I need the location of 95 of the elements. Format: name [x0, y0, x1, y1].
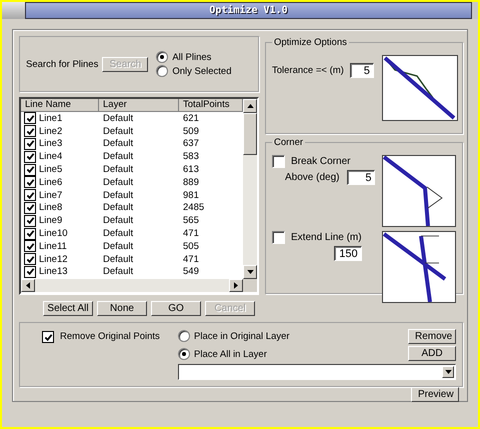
action-button[interactable]: Select All: [43, 301, 93, 316]
checkbox[interactable]: [24, 164, 36, 176]
table-cell: Line11: [39, 240, 67, 252]
remove-button[interactable]: Remove: [408, 329, 456, 344]
checkbox[interactable]: [24, 125, 36, 138]
table-cell: Line12: [39, 254, 68, 265]
scroll-left-icon[interactable]: [21, 279, 35, 292]
tolerance-field[interactable]: 5: [350, 63, 374, 78]
scroll-up-icon[interactable]: [243, 99, 257, 113]
table-cell-text: Default: [102, 138, 134, 150]
table-cell-text: 505: [182, 240, 200, 252]
table-cell: Line13: [39, 266, 68, 278]
table-cell: Line7: [39, 190, 62, 201]
tolerance-label: Tolerance =< (m): [272, 65, 344, 76]
search-label: Search for Plines: [26, 58, 98, 70]
checkbox[interactable]: [24, 202, 36, 214]
table-cell-text: 583: [182, 151, 200, 162]
window-title: Optimize V1.0: [209, 5, 288, 16]
radio-label: All Plines: [172, 52, 212, 62]
table-cell-text: 2485: [182, 202, 206, 214]
angle-field[interactable]: 5: [347, 170, 376, 185]
checkbox[interactable]: [24, 150, 36, 163]
scroll-thumb[interactable]: [243, 113, 257, 155]
table-cell-text: Default: [102, 164, 134, 176]
table-cell-text: Default: [102, 112, 134, 124]
checkbox[interactable]: [42, 331, 54, 343]
table-cell: Line4: [39, 151, 62, 162]
table-cell: Line6: [39, 176, 62, 188]
table-cell-text: Default: [102, 190, 134, 201]
column-header[interactable]: Layer: [99, 99, 179, 112]
checkbox[interactable]: [24, 138, 36, 150]
checkbox[interactable]: [24, 240, 36, 252]
vertical-scrollbar[interactable]: [243, 99, 257, 280]
table-cell: Line10: [39, 228, 68, 240]
table-cell-text: Default: [102, 266, 134, 278]
caret-icon[interactable]: [442, 366, 454, 378]
table-cell-text: Default: [102, 176, 134, 188]
table-cell-text: 471: [182, 254, 200, 265]
checkbox[interactable]: [24, 176, 36, 188]
table-cell: Line1: [39, 112, 62, 124]
table-cell-text: Default: [102, 126, 134, 137]
checkbox-label: Extend Line (m): [291, 232, 362, 243]
table-cell: Line2: [39, 126, 62, 137]
table-cell: Line8: [39, 202, 62, 214]
action-button[interactable]: GO: [151, 301, 201, 316]
preview-button[interactable]: Preview: [411, 387, 459, 402]
table-cell: Line3: [39, 138, 62, 150]
table-cell-text: Default: [102, 228, 134, 240]
radio-button[interactable]: [156, 51, 168, 63]
table-cell-text: 565: [182, 215, 200, 226]
group-title: Corner: [272, 137, 306, 148]
checkbox[interactable]: [272, 231, 285, 244]
table-cell: Line9: [39, 215, 62, 226]
table-cell-text: Default: [102, 215, 134, 226]
table-cell-text: 981: [182, 190, 200, 201]
table-cell-text: 889: [182, 176, 200, 188]
table-cell-text: Default: [102, 151, 134, 162]
scroll-right-icon[interactable]: [229, 279, 243, 292]
group-title: Optimize Options: [272, 37, 349, 48]
table-cell-text: Default: [102, 202, 134, 214]
table-cell: Line5: [39, 164, 62, 176]
column-header[interactable]: TotalPoints: [179, 99, 243, 112]
radio-button[interactable]: [178, 330, 190, 342]
table-cell-text: Default: [102, 240, 134, 252]
add-button[interactable]: ADD: [408, 346, 456, 361]
checkbox[interactable]: [24, 112, 36, 124]
table-cell-text: 621: [182, 112, 200, 124]
radio-button[interactable]: [156, 65, 168, 77]
table-cell-text: Default: [102, 254, 134, 265]
layer-dropdown[interactable]: [178, 364, 456, 380]
radio-button[interactable]: [178, 348, 190, 360]
scroll-down-icon[interactable]: [243, 265, 257, 280]
checkbox-label: Remove Original Points: [60, 331, 160, 342]
action-button[interactable]: None: [97, 301, 147, 316]
extend-field[interactable]: 150: [334, 246, 362, 261]
checkbox[interactable]: [24, 189, 36, 202]
radio-label: Only Selected: [172, 66, 232, 76]
angle-label: Above (deg): [285, 172, 340, 183]
table-cell-text: 509: [182, 126, 200, 137]
radio-label: Place in Original Layer: [194, 330, 290, 342]
table-cell-text: 471: [182, 228, 200, 240]
table-cell-text: 549: [182, 266, 200, 278]
checkbox-label: Break Corner: [291, 156, 350, 167]
horizontal-scrollbar[interactable]: [21, 279, 257, 292]
checkbox[interactable]: [24, 214, 36, 227]
checkbox[interactable]: [272, 155, 285, 168]
checkbox[interactable]: [24, 253, 36, 266]
radio-label: Place All in Layer: [194, 348, 267, 360]
table-cell-text: 637: [182, 138, 200, 150]
checkbox[interactable]: [24, 228, 36, 240]
table-cell-text: 613: [182, 164, 200, 176]
scrollbar-corner: [243, 279, 257, 292]
title-bar-edge: [2, 2, 25, 19]
column-header[interactable]: Line Name: [21, 99, 99, 112]
checkbox[interactable]: [24, 266, 36, 278]
